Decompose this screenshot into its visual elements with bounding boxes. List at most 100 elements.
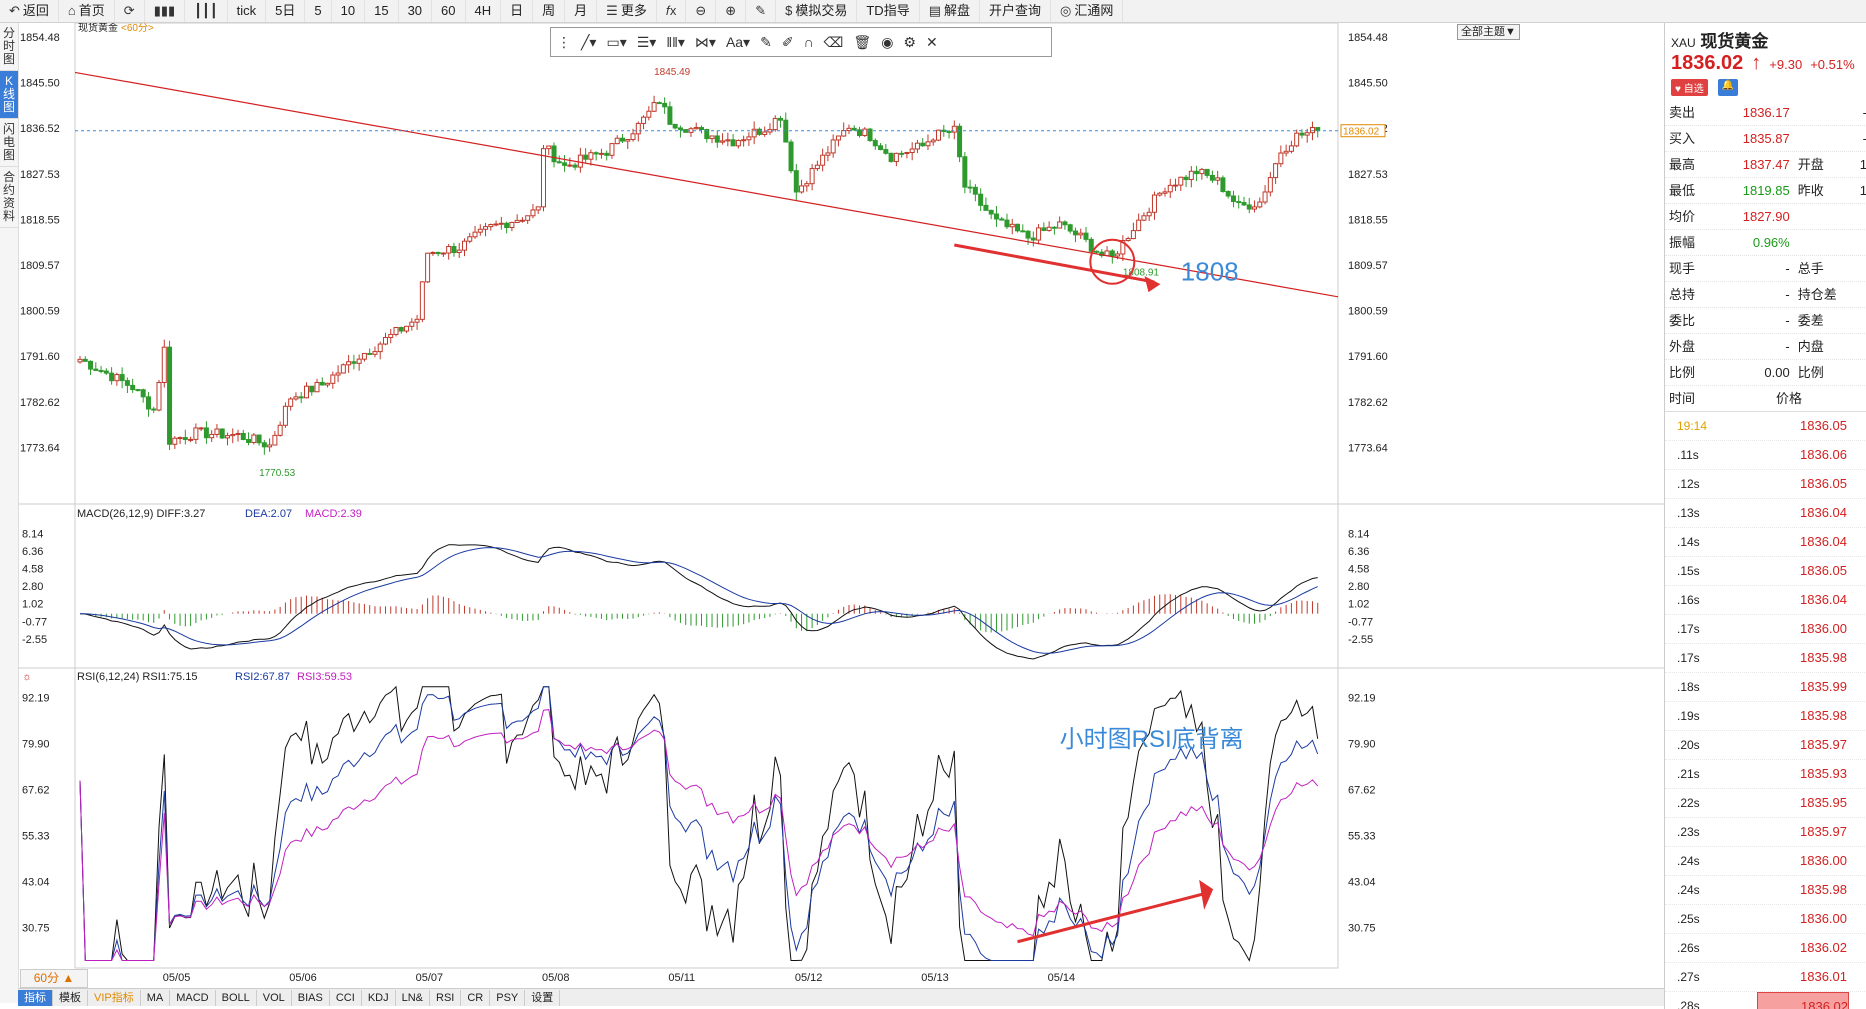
indicator-tab-8[interactable]: CCI <box>330 989 362 1006</box>
indicator-tab-10[interactable]: LN& <box>396 989 430 1006</box>
candle-body <box>714 135 720 143</box>
toolbar-item-refresh-icon[interactable]: ⟳ <box>115 0 145 22</box>
toolbar-item-4H[interactable]: 4H <box>466 0 502 22</box>
kline-chart[interactable]: 1854.48 1854.48 1845.50 1845.50 1836.52 1836.… <box>18 23 1664 987</box>
toolbar-item-汇通网[interactable]: ◎ 汇通网 <box>1051 0 1124 22</box>
candle-body <box>1278 152 1284 165</box>
toolbar-item-周[interactable]: 周 <box>533 0 566 22</box>
toolbar-item-zoom-out-icon[interactable]: ⊖ <box>686 0 717 22</box>
drag-handle-icon[interactable]: ⋮ <box>557 34 571 51</box>
toolbar-item-月[interactable]: 月 <box>565 0 598 22</box>
toolbar-item-zoom-in-icon[interactable]: ⊕ <box>716 0 747 22</box>
indicator-tab-4[interactable]: MACD <box>170 989 216 1006</box>
quote-row: 振幅 0.96% <box>1665 230 1866 256</box>
dollar-icon: $ <box>785 3 793 18</box>
toolbar-item-更多[interactable]: ☰ 更多 <box>597 0 657 22</box>
candle-body <box>372 351 378 355</box>
eraser-icon[interactable]: ⌫ <box>824 34 844 51</box>
eye-icon[interactable]: ◉ <box>881 34 893 51</box>
candle-body <box>130 384 136 391</box>
indicator-tab-2[interactable]: VIP指标 <box>88 989 141 1006</box>
candle-body <box>177 437 183 440</box>
tick-time: .24s <box>1677 883 1700 897</box>
toolbar-item-bar-chart-icon[interactable]: ▮▮▮ <box>145 0 186 22</box>
y-tick-left: 1818.55 <box>20 214 60 226</box>
left-tab-1[interactable]: K线图 <box>0 71 18 119</box>
left-tab-0[interactable]: 分时图 <box>0 23 18 71</box>
candle-body <box>835 135 841 141</box>
text-tool-icon[interactable]: Aa▾ <box>726 34 750 51</box>
candle-body <box>1225 191 1231 197</box>
toolbar-item-5[interactable]: 5 <box>305 0 332 22</box>
toolbar-item-pen-icon[interactable]: ✎ <box>746 0 777 22</box>
toolbar-item-TD指导[interactable]: TD指导 <box>857 0 920 22</box>
toolbar-item-15[interactable]: 15 <box>365 0 399 22</box>
toolbar-item-返回[interactable]: ↶ 返回 <box>0 0 59 22</box>
candle-body <box>282 405 288 426</box>
trash-icon[interactable]: 🗑 <box>853 34 871 51</box>
indicator-tab-12[interactable]: CR <box>461 989 491 1006</box>
channel-tool-icon[interactable]: ‖‖▾ <box>666 34 685 51</box>
toolbar-item-label: 首页 <box>78 3 105 18</box>
brush-icon[interactable]: ✐ <box>782 34 794 51</box>
quote-value2 <box>1847 308 1866 333</box>
indicator-tab-6[interactable]: VOL <box>257 989 292 1006</box>
candle-body <box>435 251 441 255</box>
magnet-icon[interactable]: ∩ <box>804 34 814 50</box>
toolbar-item-日[interactable]: 日 <box>501 0 534 22</box>
quote-key: 振幅 <box>1669 235 1696 250</box>
close-icon[interactable]: ✕ <box>926 34 938 51</box>
toolbar-item-5日[interactable]: 5日 <box>266 0 306 22</box>
gear-icon[interactable]: ⚙ <box>903 34 916 51</box>
macd-y-tick-left: -0.77 <box>22 616 47 628</box>
candle-body <box>356 358 362 364</box>
candle-body <box>330 374 336 384</box>
candle-body <box>419 281 425 320</box>
left-tab-3[interactable]: 合约资料 <box>0 167 18 228</box>
toolbar-item-60[interactable]: 60 <box>432 0 466 22</box>
candle-body <box>772 117 778 131</box>
left-tab-2[interactable]: 闪电图 <box>0 119 18 167</box>
indicator-tab-13[interactable]: PSY <box>490 989 526 1006</box>
macd-macd-label: MACD:2.39 <box>305 508 362 520</box>
indicator-tab-9[interactable]: KDJ <box>362 989 396 1006</box>
candle-body <box>619 137 625 142</box>
toolbar-item-candle-icon[interactable]: ┃┃┃ <box>185 0 228 22</box>
candle-body <box>899 152 905 155</box>
toolbar-item-30[interactable]: 30 <box>399 0 433 22</box>
toolbar-item-fx-icon[interactable]: 𝑓x <box>657 0 687 22</box>
pencil-icon[interactable]: ✎ <box>760 34 772 51</box>
toolbar-item-label: 开户查询 <box>989 3 1042 18</box>
toolbar-item-label: 5日 <box>275 3 296 18</box>
indicator-tab-14[interactable]: 设置 <box>525 989 561 1006</box>
line-tool-icon[interactable]: ╱▾ <box>581 34 596 51</box>
indicator-tab-11[interactable]: RSI <box>430 989 462 1006</box>
indicator-tab-3[interactable]: MA <box>141 989 171 1006</box>
indicator-tab-1[interactable]: 模板 <box>53 989 88 1006</box>
macd-dea-line <box>79 547 1318 654</box>
toolbar-item-10[interactable]: 10 <box>332 0 366 22</box>
pattern-tool-icon[interactable]: ⋈▾ <box>695 34 716 51</box>
toolbar-item-tick[interactable]: tick <box>228 0 267 22</box>
theme-select-button[interactable]: 全部主题▼ <box>1457 24 1520 40</box>
candle-body <box>156 382 162 411</box>
candle-body <box>145 396 151 410</box>
add-favorite-button[interactable]: ♥ 自选 <box>1671 79 1708 96</box>
toolbar-item-模拟交易[interactable]: $ 模拟交易 <box>776 0 858 22</box>
period-select[interactable]: 60分 ▲ <box>20 969 88 988</box>
toolbar-item-开户查询[interactable]: 开户查询 <box>980 0 1052 22</box>
toolbar-item-解盘[interactable]: ▤ 解盘 <box>920 0 981 22</box>
indicator-tab-0[interactable]: 指标 <box>18 989 53 1006</box>
candle-body <box>793 170 799 193</box>
rect-tool-icon[interactable]: ▭▾ <box>606 34 626 51</box>
indicator-tab-5[interactable]: BOLL <box>216 989 257 1006</box>
toolbar-item-首页[interactable]: ⌂ 首页 <box>59 0 115 22</box>
fib-tool-icon[interactable]: ☰▾ <box>637 34 657 51</box>
tick-price: 1836.01 <box>1800 969 1847 984</box>
candle-body <box>314 381 320 393</box>
candle-body <box>583 154 589 160</box>
alert-button[interactable]: 🔔 <box>1717 79 1739 96</box>
candle-body <box>161 346 167 384</box>
indicator-tab-7[interactable]: BIAS <box>292 989 330 1006</box>
candle-body <box>1062 221 1068 226</box>
